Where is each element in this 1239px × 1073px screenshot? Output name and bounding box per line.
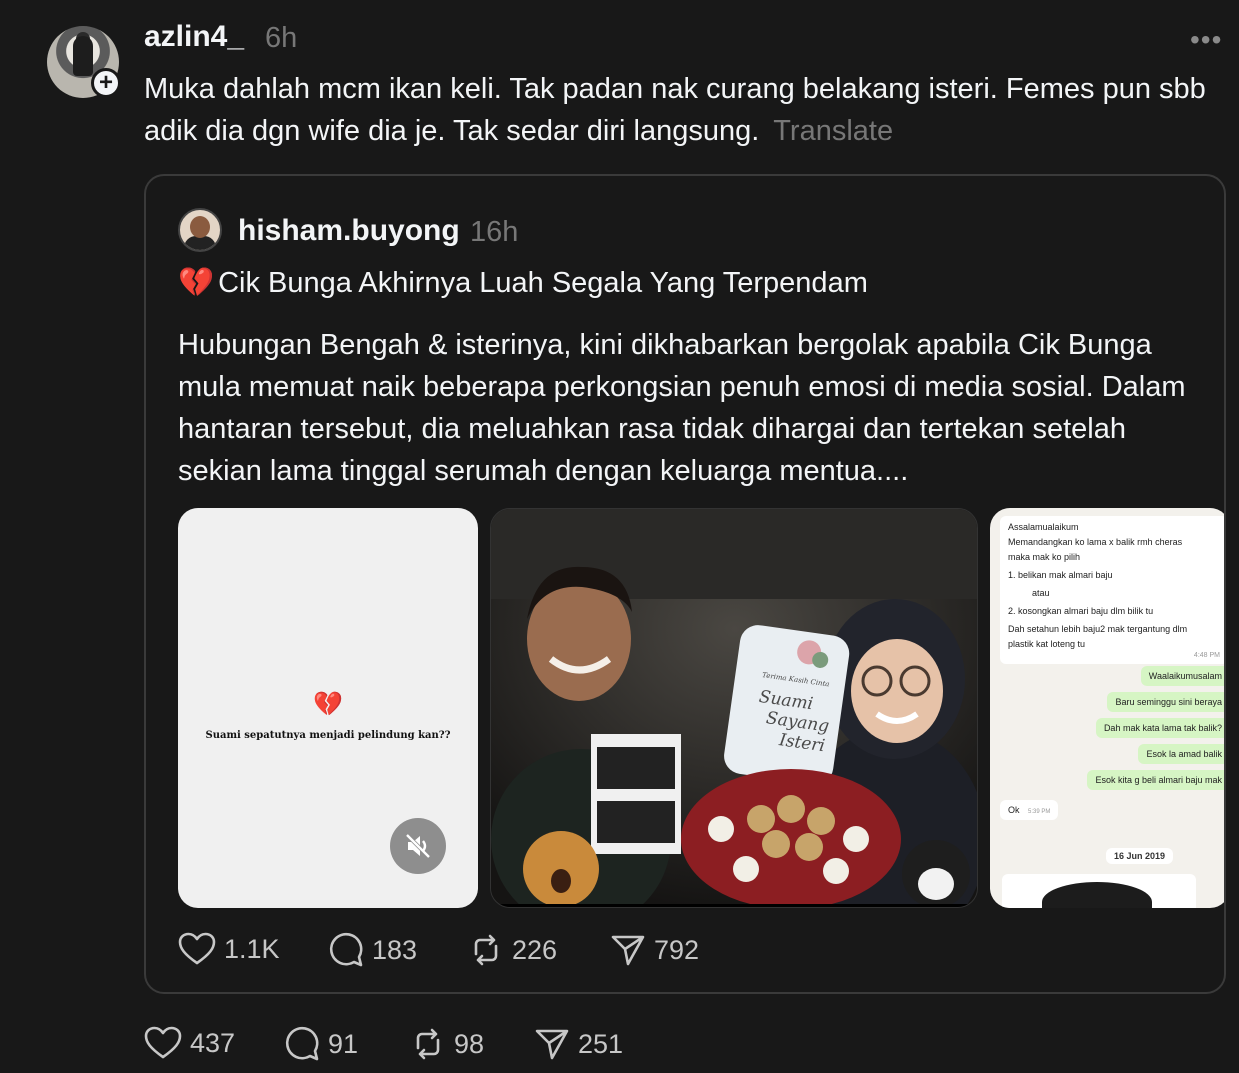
quoted-author-avatar[interactable] — [178, 208, 222, 252]
send-icon — [611, 935, 645, 966]
quote-share-count: 792 — [654, 934, 700, 965]
share-count: 251 — [578, 1028, 624, 1059]
chat-line: maka mak ko pilih — [1008, 552, 1081, 562]
quoted-post-time: 16h — [470, 216, 519, 248]
heart-icon — [144, 1026, 182, 1059]
repost-icon — [474, 934, 498, 966]
chat-reply: Esok la amad balik — [1138, 744, 1224, 764]
heart-icon — [178, 932, 216, 965]
quote-share-button[interactable]: 792 — [610, 932, 699, 968]
comment-icon — [329, 932, 363, 967]
chat-line: 2. kosongkan almari baju dlm bilik tu — [1008, 606, 1154, 616]
media-photo[interactable]: Terima Kasih Cinta Suami Sayang Isteri — [490, 508, 978, 908]
post-time: 6h — [265, 22, 298, 54]
send-icon — [535, 1029, 569, 1060]
media-chat-screenshot[interactable]: Assalamualaikum Memandangkan ko lama x b… — [990, 508, 1224, 908]
couple-photo-image — [491, 509, 977, 907]
chat-ok-message: Ok 5:39 PM — [1000, 800, 1059, 820]
chat-reply: Baru seminggu sini beraya — [1107, 692, 1224, 712]
quoted-post-title: 💔 Cik Bunga Akhirnya Luah Segala Yang Te… — [178, 266, 868, 300]
chat-ok-text: Ok — [1008, 805, 1020, 815]
chat-reply: Esok kita g beli almari baju mak — [1087, 770, 1224, 790]
quote-reply-count: 183 — [372, 934, 418, 965]
quoted-post-body: Hubungan Bengah & isterinya, kini dikhab… — [178, 329, 1186, 487]
chat-line: atau — [1032, 588, 1050, 598]
repost-icon — [416, 1028, 440, 1060]
reply-count: 91 — [328, 1028, 359, 1059]
broken-heart-icon: 💔 — [313, 691, 343, 718]
quote-like-button[interactable]: 1.1K — [178, 932, 280, 966]
repost-count: 98 — [454, 1028, 485, 1059]
quote-repost-button[interactable]: 226 — [468, 932, 557, 968]
chat-line: 1. belikan mak almari baju — [1008, 570, 1113, 580]
thread-post: + azlin4_ 6h ••• Muka dahlah mcm ikan ke… — [0, 0, 1239, 1073]
reply-button[interactable]: 91 — [284, 1026, 358, 1062]
chat-line: Assalamualaikum — [1008, 522, 1079, 532]
card-script: Terima Kasih Cinta Suami Sayang Isteri — [752, 671, 852, 759]
quote-repost-count: 226 — [512, 934, 558, 965]
share-button[interactable]: 251 — [534, 1026, 623, 1062]
chat-reply: Waalaikumusalam — [1140, 666, 1224, 686]
quoted-author-username[interactable]: hisham.buyong — [238, 214, 460, 248]
chat-line: plastik kat loteng tu — [1008, 639, 1086, 649]
translate-link[interactable]: Translate — [773, 115, 893, 147]
post-caption: Muka dahlah mcm ikan keli. Tak padan nak… — [144, 68, 1224, 152]
speaker-muted-icon — [405, 833, 431, 859]
chat-message: Assalamualaikum Memandangkan ko lama x b… — [1000, 516, 1224, 664]
chat-timestamp: 4:48 PM — [1193, 652, 1220, 659]
like-button[interactable]: 437 — [144, 1026, 235, 1060]
quote-reply-button[interactable]: 183 — [328, 932, 417, 968]
author-avatar[interactable]: + — [47, 26, 121, 100]
follow-button[interactable]: + — [91, 68, 121, 98]
author-username[interactable]: azlin4_ — [144, 20, 244, 54]
caption-text: Muka dahlah mcm ikan keli. Tak padan nak… — [144, 73, 1206, 147]
chat-date-chip: 16 Jun 2019 — [1106, 848, 1174, 864]
chat-line: Memandangkan ko lama x balik rmh cheras — [1008, 537, 1183, 547]
chat-ok-time: 5:39 PM — [1028, 809, 1051, 815]
mute-button[interactable] — [390, 818, 446, 874]
comment-icon — [285, 1026, 319, 1061]
repost-button[interactable]: 98 — [410, 1026, 484, 1062]
like-count: 437 — [190, 1027, 236, 1058]
video-caption-text: Suami sepatutnya menjadi pelindung kan?? — [205, 730, 451, 741]
chat-image-preview — [1002, 874, 1196, 908]
media-video[interactable]: 💔 Suami sepatutnya menjadi pelindung kan… — [178, 508, 478, 908]
quoted-post[interactable]: hisham.buyong 16h 💔 Cik Bunga Akhirnya L… — [144, 174, 1226, 994]
more-options-icon[interactable]: ••• — [1190, 24, 1222, 56]
quoted-title-text: Cik Bunga Akhirnya Luah Segala Yang Terp… — [218, 266, 868, 299]
chat-reply: Dah mak kata lama tak balik? — [1095, 718, 1224, 738]
chat-line: Dah setahun lebih baju2 mak tergantung d… — [1008, 624, 1188, 634]
broken-heart-icon: 💔 — [178, 267, 215, 299]
quote-like-count: 1.1K — [224, 933, 280, 964]
